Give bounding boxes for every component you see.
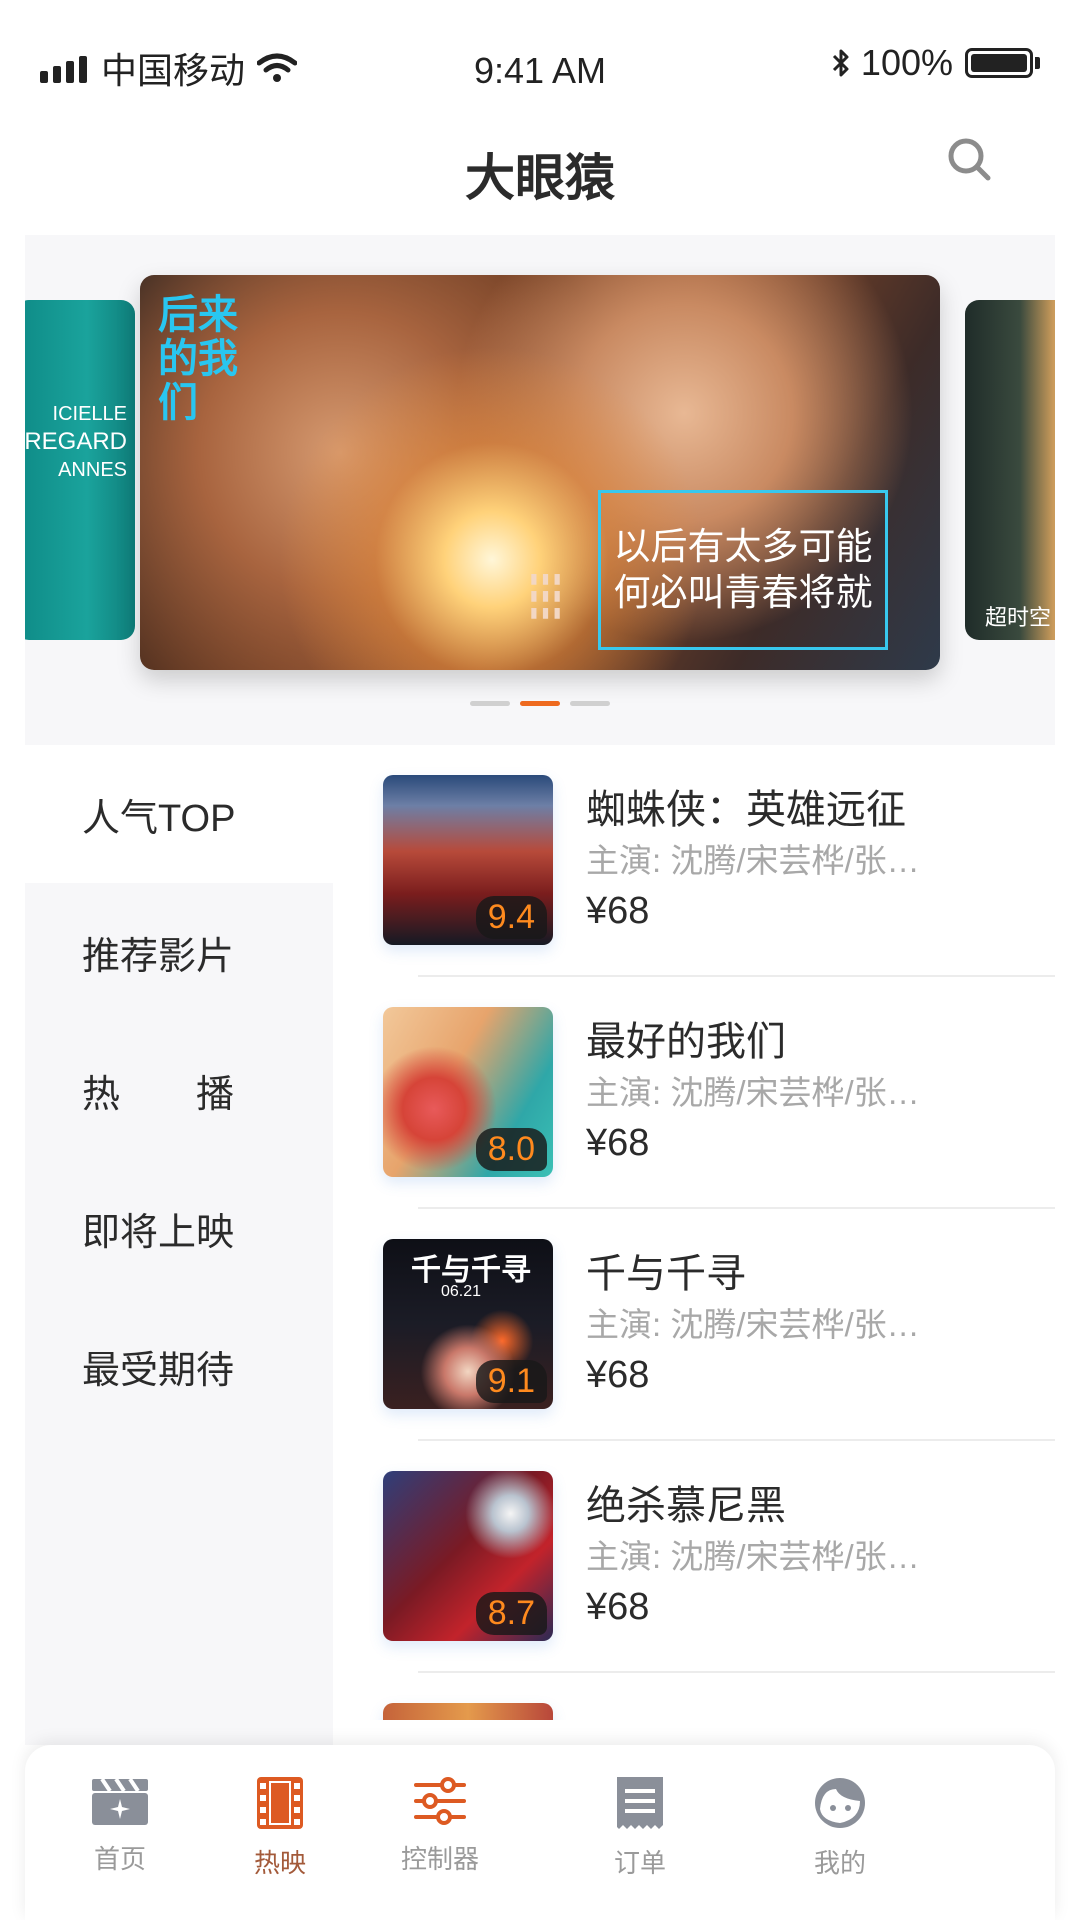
movie-list[interactable]: 9.4 蜘蛛侠：英雄远征 主演: 沈腾/宋芸桦/张… ¥68 8.0 最好的我们… (333, 745, 1055, 1720)
movie-title: 千与千寻 (586, 1252, 746, 1296)
movie-item[interactable]: 千与千寻 06.21 9.1 千与千寻 主演: 沈腾/宋芸桦/张… ¥68 (378, 1209, 1055, 1441)
category-item-hot[interactable]: 热 播 (25, 1021, 333, 1159)
movie-price: ¥68 (586, 890, 650, 932)
clapperboard-icon (92, 1777, 148, 1825)
rating-badge: 9.1 (475, 1360, 547, 1403)
movie-title: 蜘蛛侠：英雄远征 (586, 788, 906, 832)
page-title: 大眼猿 (465, 150, 615, 206)
banner-card-current[interactable]: 后来的我们 ▮ ▮ ▮ ▮ ▮ ▮ ▮ ▮ ▮ 以后有太多可能 何必叫青春将就 (140, 275, 940, 670)
tab-controller-label: 控制器 (400, 1844, 479, 1874)
ticket-icon (617, 1777, 663, 1829)
movie-cast: 主演: 沈腾/宋芸桦/张… (586, 842, 920, 879)
movie-cast: 主演: 沈腾/宋芸桦/张… (586, 1306, 920, 1343)
battery-percent: 100% (860, 42, 953, 83)
banner-card-prev-text: ICIELLE REGARD ANNES (25, 400, 127, 484)
category-sidebar: 人气TOP 推荐影片 热 播 即将上映 最受期待 (25, 745, 333, 1745)
sliders-icon (414, 1777, 466, 1825)
tab-now-showing[interactable]: 热映 (210, 1765, 350, 1895)
poster-date-text: 06.21 (441, 1283, 482, 1300)
banner-card-next[interactable]: 超时空 (965, 300, 1055, 640)
status-right: 100% (831, 42, 1040, 84)
status-bar: 中国移动 9:41 AM 100% (0, 0, 1080, 120)
tab-now-showing-label: 热映 (253, 1848, 306, 1878)
prev-text-line: REGARD (25, 428, 127, 455)
carousel-dot-active[interactable] (520, 701, 560, 706)
banner-card-next-text: 超时空 (985, 605, 1052, 630)
search-button[interactable] (940, 130, 1000, 190)
category-item-recommended[interactable]: 推荐影片 (25, 883, 333, 1021)
tab-controller[interactable]: 控制器 (370, 1765, 510, 1895)
movie-title: 绝杀慕尼黑 (586, 1484, 786, 1528)
carousel-indicator (25, 701, 1055, 706)
movie-cast: 主演: 沈腾/宋芸桦/张… (586, 1538, 920, 1575)
tab-profile[interactable]: 我的 (770, 1765, 910, 1895)
movie-price: ¥68 (586, 1122, 650, 1164)
banner-credits: ▮ ▮ ▮ ▮ ▮ ▮ ▮ ▮ ▮ (530, 570, 561, 620)
movie-title: 最好的我们 (586, 1020, 786, 1064)
movie-item[interactable]: 8.7 绝杀慕尼黑 主演: 沈腾/宋芸桦/张… ¥68 (378, 1441, 1055, 1673)
carousel-dot[interactable] (470, 701, 510, 706)
banner-poster-title: 后来的我们 (158, 293, 238, 425)
rating-badge: 8.7 (475, 1592, 547, 1635)
face-icon (815, 1778, 865, 1828)
banner-quote-line1: 以后有太多可能 (613, 526, 873, 567)
battery-tip (1035, 57, 1040, 69)
search-icon (948, 138, 991, 181)
prev-text-line: ICIELLE (52, 403, 127, 425)
movie-poster[interactable] (383, 1703, 553, 1720)
movie-price: ¥68 (586, 1586, 650, 1628)
movie-cast: 主演: 沈腾/宋芸桦/张… (586, 1074, 920, 1111)
movie-item[interactable]: 8.0 最好的我们 主演: 沈腾/宋芸桦/张… ¥68 (378, 977, 1055, 1209)
movie-poster[interactable]: 8.7 (383, 1471, 553, 1641)
category-item-popular-top[interactable]: 人气TOP (25, 745, 333, 883)
banner-carousel[interactable]: ICIELLE REGARD ANNES 后来的我们 ▮ ▮ ▮ ▮ ▮ ▮ ▮ ▮… (25, 235, 1055, 745)
banner-card-prev[interactable]: ICIELLE REGARD ANNES (25, 300, 135, 640)
tab-orders[interactable]: 订单 (570, 1765, 710, 1895)
rating-badge: 8.0 (475, 1128, 547, 1171)
tab-profile-label: 我的 (813, 1848, 866, 1878)
carousel-dot[interactable] (570, 701, 610, 706)
prev-text-line: ANNES (58, 459, 127, 481)
bluetooth-icon (832, 49, 849, 77)
tab-home-label: 首页 (93, 1844, 146, 1874)
tab-home[interactable]: 首页 (50, 1765, 190, 1895)
movie-poster[interactable]: 千与千寻 06.21 9.1 (383, 1239, 553, 1409)
banner-quote-box: 以后有太多可能 何必叫青春将就 (598, 490, 888, 650)
movie-item-partial[interactable] (378, 1673, 1055, 1720)
movie-item[interactable]: 9.4 蜘蛛侠：英雄远征 主演: 沈腾/宋芸桦/张… ¥68 (378, 745, 1055, 977)
film-strip-icon (257, 1777, 303, 1829)
banner-quote-line2: 何必叫青春将就 (613, 572, 873, 613)
category-item-most-anticipated[interactable]: 最受期待 (25, 1297, 333, 1435)
rating-badge: 9.4 (475, 896, 547, 939)
battery-icon (965, 48, 1033, 78)
movie-price: ¥68 (586, 1354, 650, 1396)
movie-poster[interactable]: 8.0 (383, 1007, 553, 1177)
tab-orders-label: 订单 (613, 1848, 666, 1878)
movie-poster[interactable]: 9.4 (383, 775, 553, 945)
category-item-upcoming[interactable]: 即将上映 (25, 1159, 333, 1297)
bottom-tab-bar: 首页 热映 控制器 订单 我的 (25, 1745, 1055, 1920)
app-header: 大眼猿 (0, 120, 1080, 235)
